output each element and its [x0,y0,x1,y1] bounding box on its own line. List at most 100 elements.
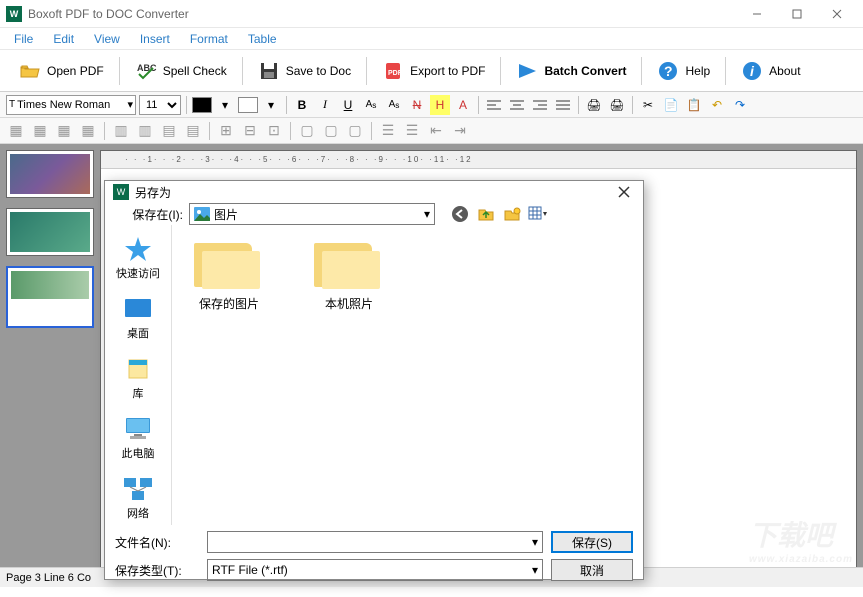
bullet-list-icon[interactable]: ☰ [378,121,398,141]
separator [104,122,105,140]
menu-file[interactable]: File [4,30,43,48]
table-row-icon[interactable]: ▤ [159,121,179,141]
border-icon[interactable]: ▢ [297,121,317,141]
font-color-button[interactable]: A [453,95,473,115]
cut-button[interactable]: ✂ [638,95,658,115]
back-button[interactable] [449,203,471,225]
italic-button[interactable]: I [315,95,335,115]
print-preview-button[interactable]: 🖨 [607,95,627,115]
split-icon[interactable]: ⊡ [264,121,284,141]
table-insert-icon[interactable]: ▦ [6,121,26,141]
folder-open-icon [19,60,41,82]
align-left-button[interactable] [484,95,504,115]
dialog-close-button[interactable] [613,181,635,203]
pc-icon [122,415,154,443]
highlight-button[interactable]: H [430,95,450,115]
open-pdf-button[interactable]: Open PDF [6,54,117,88]
menu-table[interactable]: Table [238,30,287,48]
page-thumbnail[interactable] [6,208,94,256]
table-row-icon[interactable]: ▤ [183,121,203,141]
page-thumbnail[interactable] [6,150,94,198]
copy-button[interactable]: 📄 [661,95,681,115]
up-button[interactable] [475,203,497,225]
save-in-combo[interactable]: 图片 ▾ [189,203,435,225]
table-icon[interactable]: ▦ [54,121,74,141]
page-thumbnail-selected[interactable] [6,266,94,328]
filetype-value: RTF File (*.rtf) [212,563,288,577]
dialog-title: 另存为 [135,184,613,201]
menu-format[interactable]: Format [180,30,238,48]
file-listing[interactable]: 保存的图片 本机照片 [171,225,643,525]
minimize-button[interactable] [737,1,777,27]
place-label: 此电脑 [122,445,155,461]
play-icon [516,60,538,82]
menu-edit[interactable]: Edit [43,30,84,48]
indent-icon[interactable]: ⇥ [450,121,470,141]
cancel-button[interactable]: 取消 [551,559,633,581]
pdf-icon: PDF [382,60,404,82]
place-network[interactable]: 网络 [109,471,167,525]
thumbnail-image [10,212,90,252]
font-size-select[interactable]: 11 [139,95,181,115]
outdent-icon[interactable]: ⇤ [426,121,446,141]
place-label: 网络 [127,505,149,521]
print-button[interactable]: 🖨 [584,95,604,115]
paste-button[interactable]: 📋 [684,95,704,115]
border-icon[interactable]: ▢ [345,121,365,141]
align-right-button[interactable] [530,95,550,115]
redo-button[interactable]: ↷ [730,95,750,115]
font-name-select[interactable]: T Times New Roman ▾ [6,95,136,115]
export-to-pdf-button[interactable]: PDF Export to PDF [369,54,498,88]
undo-button[interactable]: ↶ [707,95,727,115]
separator [209,122,210,140]
chevron-down-icon[interactable]: ▾ [261,95,281,115]
place-desktop[interactable]: 桌面 [109,291,167,345]
dialog-titlebar[interactable]: W 另存为 [105,181,643,203]
about-button[interactable]: i About [728,54,813,88]
close-button[interactable] [817,1,857,27]
separator [725,57,726,85]
bold-button[interactable]: B [292,95,312,115]
align-center-button[interactable] [507,95,527,115]
help-button[interactable]: ? Help [644,54,723,88]
strikethrough-button[interactable]: N [407,95,427,115]
place-this-pc[interactable]: 此电脑 [109,411,167,465]
underline-button[interactable]: U [338,95,358,115]
spell-check-button[interactable]: ABC Spell Check [122,54,240,88]
border-icon[interactable]: ▢ [321,121,341,141]
table-icon[interactable]: ▦ [30,121,50,141]
app-icon: W [113,184,129,200]
superscript-button[interactable]: As [361,95,381,115]
text-color-picker[interactable] [192,97,212,113]
place-library[interactable]: 库 [109,351,167,405]
merge-icon[interactable]: ⊞ [216,121,236,141]
format-toolbar: T Times New Roman ▾ 11 ▾ ▾ B I U As As N… [0,92,863,118]
subscript-button[interactable]: As [384,95,404,115]
split-icon[interactable]: ⊟ [240,121,260,141]
save-to-doc-button[interactable]: Save to Doc [245,54,364,88]
chevron-down-icon: ▾ [532,535,538,549]
menu-view[interactable]: View [84,30,130,48]
number-list-icon[interactable]: ☰ [402,121,422,141]
save-button[interactable]: 保存(S) [551,531,633,553]
bg-color-picker[interactable] [238,97,258,113]
place-quick-access[interactable]: 快速访问 [109,231,167,285]
filename-input[interactable]: ▾ [207,531,543,553]
open-pdf-label: Open PDF [47,64,104,78]
table-icon[interactable]: ▦ [78,121,98,141]
filetype-select[interactable]: RTF File (*.rtf) ▾ [207,559,543,581]
batch-convert-button[interactable]: Batch Convert [503,54,639,88]
maximize-button[interactable] [777,1,817,27]
table-col-icon[interactable]: ▥ [111,121,131,141]
folder-camera-roll[interactable]: 本机照片 [304,237,394,312]
table-col-icon[interactable]: ▥ [135,121,155,141]
align-justify-button[interactable] [553,95,573,115]
batch-convert-label: Batch Convert [544,64,626,78]
new-folder-button[interactable] [501,203,523,225]
menu-insert[interactable]: Insert [130,30,180,48]
place-label: 库 [133,385,144,401]
view-menu-button[interactable] [527,203,549,225]
folder-saved-pictures[interactable]: 保存的图片 [184,237,274,312]
library-icon [122,355,154,383]
chevron-down-icon[interactable]: ▾ [215,95,235,115]
